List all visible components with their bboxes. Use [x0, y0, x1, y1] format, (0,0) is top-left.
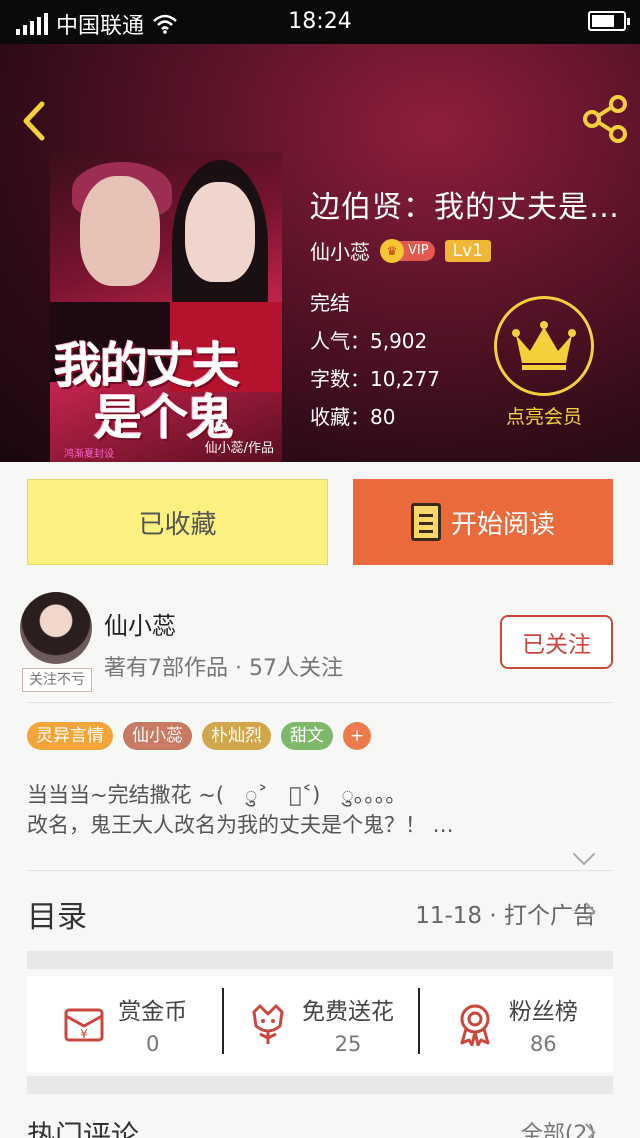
author-row: 仙小蕊 ♛ VIP Lv1 — [310, 236, 491, 265]
reward-flowers[interactable]: 免费送花 25 — [222, 976, 417, 1072]
book-header: 我的丈夫 是个鬼 鸿渐夏封设 仙小蕊/作品 边伯贤：我的丈夫是个鬼 仙小蕊 ♛ … — [0, 44, 640, 462]
book-status: 完结 — [310, 291, 350, 315]
divider — [27, 702, 613, 703]
tag-chip[interactable]: 仙小蕊 — [123, 722, 192, 750]
divider — [27, 870, 613, 871]
add-tag-button[interactable]: + — [343, 722, 371, 750]
tag-chip[interactable]: 甜文 — [281, 722, 333, 750]
member-button[interactable]: 点亮会员 — [492, 296, 596, 429]
back-arrow-icon[interactable] — [14, 96, 54, 146]
reward-fan-ranking[interactable]: 粉丝榜 86 — [417, 976, 613, 1072]
svg-text:¥: ¥ — [80, 1027, 88, 1041]
medal-icon — [460, 1004, 490, 1046]
author-avatar[interactable] — [20, 592, 92, 664]
tag-list: 灵异言情 仙小蕊 朴灿烈 甜文 + — [27, 722, 371, 750]
author-card-name[interactable]: 仙小蕊 — [104, 606, 176, 641]
rewards-bar: ¥ 赏金币 0 免费送花 25 粉丝榜 86 — [27, 976, 613, 1072]
follow-button[interactable]: 已关注 — [500, 615, 613, 669]
collected-button[interactable]: 已收藏 — [27, 479, 328, 565]
tag-chip[interactable]: 朴灿烈 — [202, 722, 271, 750]
catalog-title[interactable]: 目录 — [27, 892, 87, 936]
level-badge: Lv1 — [444, 239, 491, 262]
book-stats: 完结 人气：5,902 字数：10,277 收藏：80 — [310, 284, 440, 436]
clock: 18:24 — [288, 9, 352, 34]
book-word-count: 字数：10,277 — [310, 367, 440, 391]
share-icon[interactable] — [580, 94, 630, 144]
cover-designer: 鸿渐夏封设 — [64, 449, 114, 460]
start-reading-button[interactable]: 开始阅读 — [353, 479, 613, 565]
reward-coins[interactable]: ¥ 赏金币 0 — [27, 976, 222, 1072]
book-title: 边伯贤：我的丈夫是个鬼 — [310, 190, 630, 225]
avatar-tag: 关注不亏 — [22, 668, 92, 692]
catalog-latest-update[interactable]: 11-18 · 打个广告 — [415, 896, 596, 930]
author-card-meta: 著有7部作品 · 57人关注 — [104, 656, 343, 681]
section-separator — [27, 1076, 613, 1094]
tag-chip[interactable]: 灵异言情 — [27, 722, 113, 750]
book-favorites: 收藏：80 — [310, 405, 396, 429]
battery-icon — [588, 11, 630, 31]
vip-badge: ♛ VIP — [380, 238, 435, 263]
crown-icon — [512, 321, 576, 370]
chevron-down-icon[interactable] — [572, 842, 596, 866]
book-popularity: 人气：5,902 — [310, 329, 428, 353]
author-name[interactable]: 仙小蕊 — [310, 236, 370, 265]
book-description[interactable]: 当当当~完结撒花 ~( ु˃ ु˂) ु。。。。 改名，鬼王大人改名为我的丈夫是… — [27, 780, 613, 840]
hot-comments-title: 热门评论 — [27, 1119, 140, 1138]
cover-title: 我的丈夫 是个鬼 — [54, 338, 240, 446]
book-icon — [410, 503, 441, 541]
section-separator — [27, 951, 613, 969]
cover-credit: 仙小蕊/作品 — [204, 441, 274, 456]
status-bar: 中国联通 18:24 — [0, 0, 640, 44]
crown-icon: ♛ — [380, 238, 404, 263]
book-cover[interactable]: 我的丈夫 是个鬼 鸿渐夏封设 仙小蕊/作品 — [50, 152, 282, 462]
flower-icon — [252, 1004, 284, 1044]
coin-envelope-icon: ¥ — [64, 1008, 104, 1042]
